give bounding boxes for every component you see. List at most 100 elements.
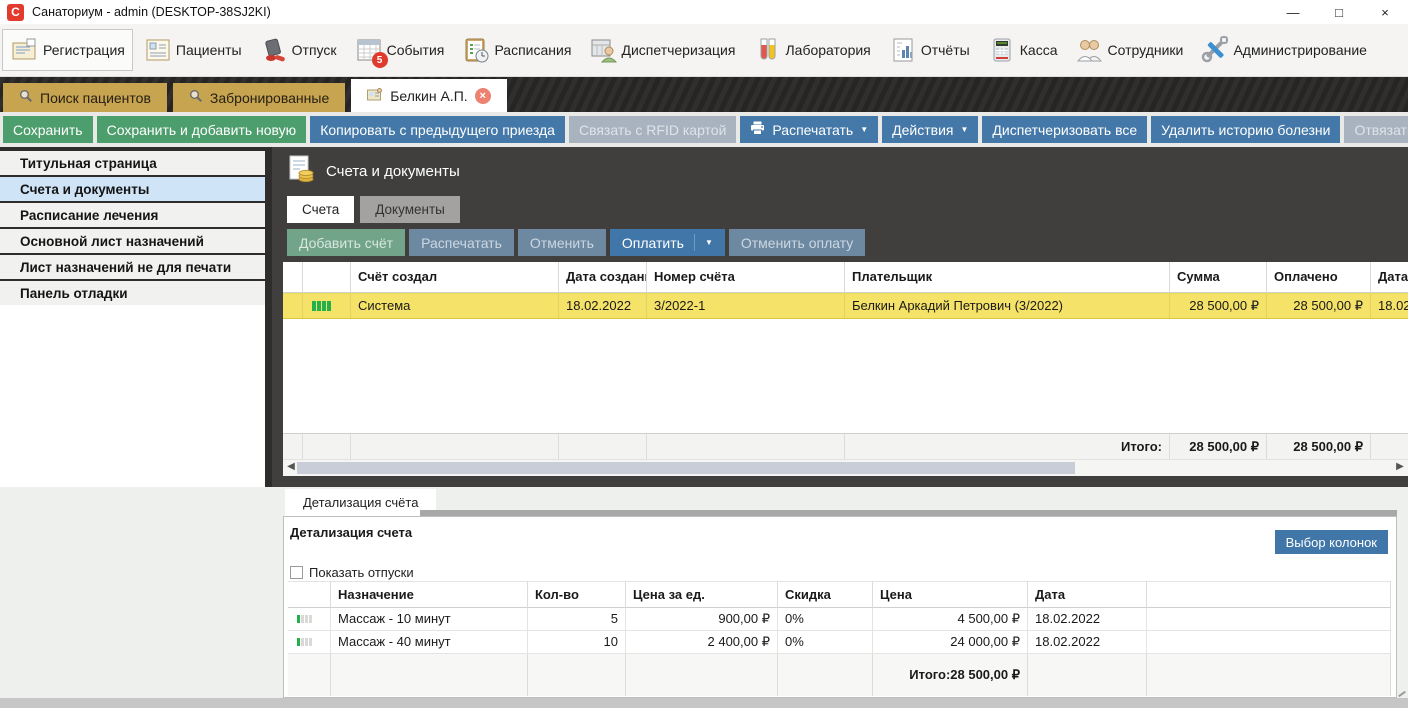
- totals-empty-cell: [351, 434, 559, 459]
- ribbon-item-label: Касса: [1020, 42, 1058, 58]
- sidebar-item-title-page[interactable]: Титульная страница: [0, 151, 265, 175]
- sidebar: Титульная страница Счета и документы Рас…: [0, 147, 265, 487]
- sidebar-divider: [265, 147, 272, 487]
- ribbon-item-administration[interactable]: Администрирование: [1193, 30, 1374, 70]
- actions-dropdown-button[interactable]: Действия ▼: [882, 116, 978, 143]
- cell-invoice-number: 3/2022-1: [647, 294, 845, 318]
- tab-close-icon[interactable]: ×: [475, 88, 491, 104]
- ribbon-item-staff[interactable]: Сотрудники: [1068, 30, 1191, 70]
- pay-dropdown-button[interactable]: Оплатить ▼: [610, 229, 725, 256]
- header-cell-discount[interactable]: Скидка: [778, 581, 873, 608]
- tab-patient-search[interactable]: Поиск пациентов: [3, 83, 167, 112]
- header-cell-created-date[interactable]: Дата создания: [559, 262, 647, 293]
- button-label: Копировать с предыдущего приезда: [320, 122, 555, 138]
- header-cell-price[interactable]: Цена: [873, 581, 1028, 608]
- copy-previous-visit-button[interactable]: Копировать с предыдущего приезда: [310, 116, 565, 143]
- header-cell-sum[interactable]: Сумма: [1170, 262, 1267, 293]
- ribbon-item-events[interactable]: 5 События: [347, 30, 452, 70]
- totals-empty-cell: [528, 654, 626, 696]
- maximize-button[interactable]: □: [1316, 0, 1362, 24]
- resize-grip-icon[interactable]: [1398, 691, 1406, 697]
- sidebar-item-invoices-documents[interactable]: Счета и документы: [0, 177, 265, 201]
- invoices-table-header: Счёт создал Дата создания Номер счёта Пл…: [283, 262, 1408, 293]
- detail-row[interactable]: Массаж - 40 минут 10 2 400,00 ₽ 0% 24 00…: [288, 631, 1391, 654]
- choose-columns-button[interactable]: Выбор колонок: [1275, 530, 1388, 554]
- cell-price: 4 500,00 ₽: [873, 608, 1028, 631]
- ribbon: Регистрация Пациенты Отпуск 5 События Ра…: [0, 24, 1408, 77]
- checkbox-icon[interactable]: [290, 566, 303, 579]
- totals-paid: 28 500,00 ₽: [1267, 434, 1371, 459]
- ribbon-item-label: Диспетчеризация: [621, 42, 735, 58]
- totals-empty-cell: [647, 434, 845, 459]
- checkbox-label: Показать отпуски: [309, 565, 414, 580]
- tab-documents[interactable]: Документы: [360, 196, 460, 223]
- cell-prescription: Массаж - 40 минут: [331, 631, 528, 654]
- tab-booked[interactable]: Забронированные: [173, 83, 345, 112]
- header-cell-paid[interactable]: Оплачено: [1267, 262, 1371, 293]
- action-bar: Сохранить Сохранить и добавить новую Коп…: [0, 112, 1408, 147]
- scrollbar-thumb[interactable]: [297, 462, 1075, 474]
- header-cell-date[interactable]: Дата: [1028, 581, 1147, 608]
- minimize-button[interactable]: —: [1270, 0, 1316, 24]
- header-cell-invoice-number[interactable]: Номер счёта: [647, 262, 845, 293]
- button-label: Действия: [892, 122, 953, 138]
- invoice-detail-band: Детализация счёта Детализация счета Выбо…: [0, 487, 1408, 708]
- row-indicator-cell: [288, 631, 331, 654]
- totals-empty-cell: [283, 434, 303, 459]
- header-cell-quantity[interactable]: Кол-во: [528, 581, 626, 608]
- chevron-down-icon: ▼: [960, 126, 968, 134]
- scroll-left-icon[interactable]: ◀: [285, 461, 297, 472]
- ribbon-item-patients[interactable]: Пациенты: [136, 30, 249, 70]
- print-dropdown-button[interactable]: Распечатать ▼: [740, 116, 878, 143]
- header-cell-payer[interactable]: Плательщик: [845, 262, 1170, 293]
- tab-invoice-detail[interactable]: Детализация счёта: [285, 489, 436, 516]
- scroll-right-icon[interactable]: ▶: [1394, 461, 1406, 472]
- table-empty-area: [283, 319, 1408, 433]
- tab-patient-belkin[interactable]: Белкин А.П. ×: [351, 79, 506, 112]
- header-cell-prescription[interactable]: Назначение: [331, 581, 528, 608]
- header-cell-unit-price[interactable]: Цена за ед.: [626, 581, 778, 608]
- sidebar-item-treatment-schedule[interactable]: Расписание лечения: [0, 203, 265, 227]
- ribbon-item-schedules[interactable]: Расписания: [454, 30, 578, 70]
- title-bar: C Санаториум - admin (DESKTOP-38SJ2KI) —…: [0, 0, 1408, 24]
- cell-paid-date: 18.02.2022: [1371, 294, 1408, 318]
- cell-date: 18.02.2022: [1028, 631, 1147, 654]
- totals-empty-cell: [288, 654, 331, 696]
- sidebar-item-main-prescription-list[interactable]: Основной лист назначений: [0, 229, 265, 253]
- header-cell-created-by[interactable]: Счёт создал: [351, 262, 559, 293]
- cell-unit-price: 2 400,00 ₽: [626, 631, 778, 654]
- button-label: Отвязать от RFID-карты: [1354, 122, 1408, 138]
- sidebar-items: Титульная страница Счета и документы Рас…: [0, 147, 265, 305]
- save-and-add-button[interactable]: Сохранить и добавить новую: [97, 116, 307, 143]
- ribbon-item-registration[interactable]: Регистрация: [2, 29, 133, 71]
- ribbon-item-cashdesk[interactable]: Касса: [980, 30, 1065, 70]
- report-chart-icon: [888, 35, 918, 65]
- sidebar-item-unprinted-prescription-list[interactable]: Лист назначений не для печати: [0, 255, 265, 279]
- header-cell-indicator: [303, 262, 351, 293]
- tab-invoices[interactable]: Счета: [287, 196, 354, 223]
- ribbon-item-laboratory[interactable]: Лаборатория: [745, 30, 877, 70]
- delete-history-button[interactable]: Удалить историю болезни: [1151, 116, 1340, 143]
- dispatch-all-button[interactable]: Диспетчеризовать все: [982, 116, 1147, 143]
- cell-created-date: 18.02.2022: [559, 294, 647, 318]
- ribbon-item-dispatch[interactable]: Диспетчеризация: [581, 30, 742, 70]
- test-tubes-icon: [752, 35, 782, 65]
- save-button[interactable]: Сохранить: [3, 116, 93, 143]
- header-cell-paid-date[interactable]: Дата о: [1371, 262, 1408, 293]
- show-vacations-checkbox-row[interactable]: Показать отпуски: [290, 565, 414, 580]
- page-title-text: Счета и документы: [326, 163, 460, 180]
- sidebar-item-debug-panel[interactable]: Панель отладки: [0, 281, 265, 305]
- totals-empty-cell: [331, 654, 528, 696]
- add-invoice-button: Добавить счёт: [287, 229, 405, 256]
- search-icon: [189, 89, 203, 106]
- horizontal-scrollbar[interactable]: ◀ ▶: [283, 459, 1408, 476]
- invoice-row-selected[interactable]: Система 18.02.2022 3/2022-1 Белкин Аркад…: [283, 293, 1408, 319]
- detail-row[interactable]: Массаж - 10 минут 5 900,00 ₽ 0% 4 500,00…: [288, 608, 1391, 631]
- ribbon-item-label: Пациенты: [176, 42, 242, 58]
- close-button[interactable]: ×: [1362, 0, 1408, 24]
- ribbon-item-vacation[interactable]: Отпуск: [252, 30, 344, 70]
- tab-label: Забронированные: [210, 90, 329, 106]
- ribbon-item-reports[interactable]: Отчёты: [881, 30, 977, 70]
- totals-empty-cell: [1371, 434, 1408, 459]
- row-indicator-cell: [288, 608, 331, 631]
